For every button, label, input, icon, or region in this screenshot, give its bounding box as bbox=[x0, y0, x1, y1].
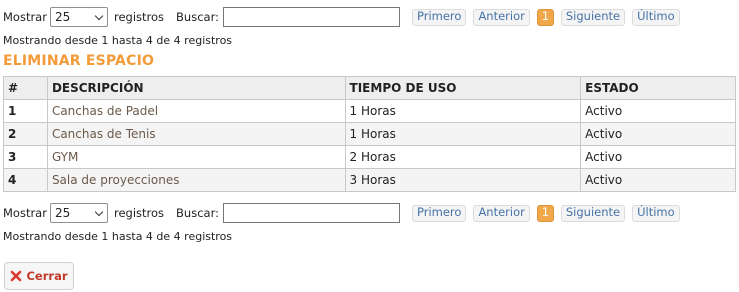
table-row[interactable]: 2 Canchas de Tenis 1 Horas Activo bbox=[3, 122, 736, 146]
page-size-select[interactable]: 25 bbox=[49, 203, 108, 223]
usage-time: 1 Horas bbox=[344, 122, 582, 146]
usage-time: 1 Horas bbox=[344, 99, 582, 123]
top-controls: Mostrar 25 registros Buscar: Primero Ant… bbox=[3, 6, 680, 28]
previous-page-button[interactable]: Anterior bbox=[473, 8, 530, 26]
table-row[interactable]: 4 Sala de proyecciones 3 Horas Activo bbox=[3, 168, 736, 192]
space-description-link[interactable]: Canchas de Padel bbox=[46, 99, 346, 123]
records-info: Mostrando desde 1 hasta 4 de 4 registros bbox=[3, 34, 233, 47]
table-header-row: # DESCRIPCIÓN TIEMPO DE USO ESTADO bbox=[3, 76, 736, 100]
usage-time: 2 Horas bbox=[344, 145, 582, 169]
next-page-button[interactable]: Siguiente bbox=[560, 204, 626, 222]
close-button[interactable]: Cerrar bbox=[4, 262, 74, 290]
previous-page-button[interactable]: Anterior bbox=[473, 204, 530, 222]
search-label: Buscar: bbox=[176, 206, 219, 220]
show-label: Mostrar bbox=[3, 206, 47, 220]
close-x-icon bbox=[11, 270, 22, 282]
records-info: Mostrando desde 1 hasta 4 de 4 registros bbox=[3, 230, 233, 243]
bottom-controls: Mostrar 25 registros Buscar: Primero Ant… bbox=[3, 202, 680, 224]
row-number: 4 bbox=[3, 168, 48, 192]
last-page-button[interactable]: Último bbox=[632, 8, 680, 26]
next-page-button[interactable]: Siguiente bbox=[560, 8, 626, 26]
pagination: Primero Anterior 1 Siguiente Último bbox=[411, 204, 680, 222]
search-input[interactable] bbox=[222, 7, 400, 27]
show-label: Mostrar bbox=[3, 10, 47, 24]
row-number: 2 bbox=[3, 122, 48, 146]
status-cell: Activo bbox=[580, 99, 736, 123]
current-page-button[interactable]: 1 bbox=[536, 204, 554, 222]
usage-time: 3 Horas bbox=[344, 168, 582, 192]
page-size-select[interactable]: 25 bbox=[49, 7, 108, 27]
page-size-value: 25 bbox=[54, 206, 71, 220]
close-button-label: Cerrar bbox=[26, 269, 68, 283]
chevron-down-icon bbox=[94, 207, 104, 216]
row-number: 3 bbox=[3, 145, 48, 169]
chevron-down-icon bbox=[94, 11, 104, 20]
search-input[interactable] bbox=[222, 203, 400, 223]
column-header-descripcion[interactable]: DESCRIPCIÓN bbox=[46, 76, 346, 100]
spaces-table: # DESCRIPCIÓN TIEMPO DE USO ESTADO 1 Can… bbox=[3, 76, 736, 192]
records-label: registros bbox=[113, 206, 165, 220]
first-page-button[interactable]: Primero bbox=[411, 204, 467, 222]
page-title: ELIMINAR ESPACIO bbox=[3, 53, 155, 69]
table-row[interactable]: 3 GYM 2 Horas Activo bbox=[3, 145, 736, 169]
pagination: Primero Anterior 1 Siguiente Último bbox=[411, 8, 680, 26]
space-description-link[interactable]: Canchas de Tenis bbox=[46, 122, 346, 146]
status-cell: Activo bbox=[580, 145, 736, 169]
first-page-button[interactable]: Primero bbox=[411, 8, 467, 26]
space-description-link[interactable]: Sala de proyecciones bbox=[46, 168, 346, 192]
status-cell: Activo bbox=[580, 168, 736, 192]
space-description-link[interactable]: GYM bbox=[46, 145, 346, 169]
search-label: Buscar: bbox=[176, 10, 219, 24]
current-page-button[interactable]: 1 bbox=[536, 8, 554, 26]
records-label: registros bbox=[113, 10, 165, 24]
column-header-estado[interactable]: ESTADO bbox=[580, 76, 736, 100]
column-header-number[interactable]: # bbox=[3, 76, 48, 100]
last-page-button[interactable]: Último bbox=[632, 204, 680, 222]
row-number: 1 bbox=[3, 99, 48, 123]
page: Mostrar 25 registros Buscar: Primero Ant… bbox=[0, 0, 739, 292]
status-cell: Activo bbox=[580, 122, 736, 146]
column-header-tiempo[interactable]: TIEMPO DE USO bbox=[344, 76, 582, 100]
table-row[interactable]: 1 Canchas de Padel 1 Horas Activo bbox=[3, 99, 736, 123]
page-size-value: 25 bbox=[54, 10, 71, 24]
